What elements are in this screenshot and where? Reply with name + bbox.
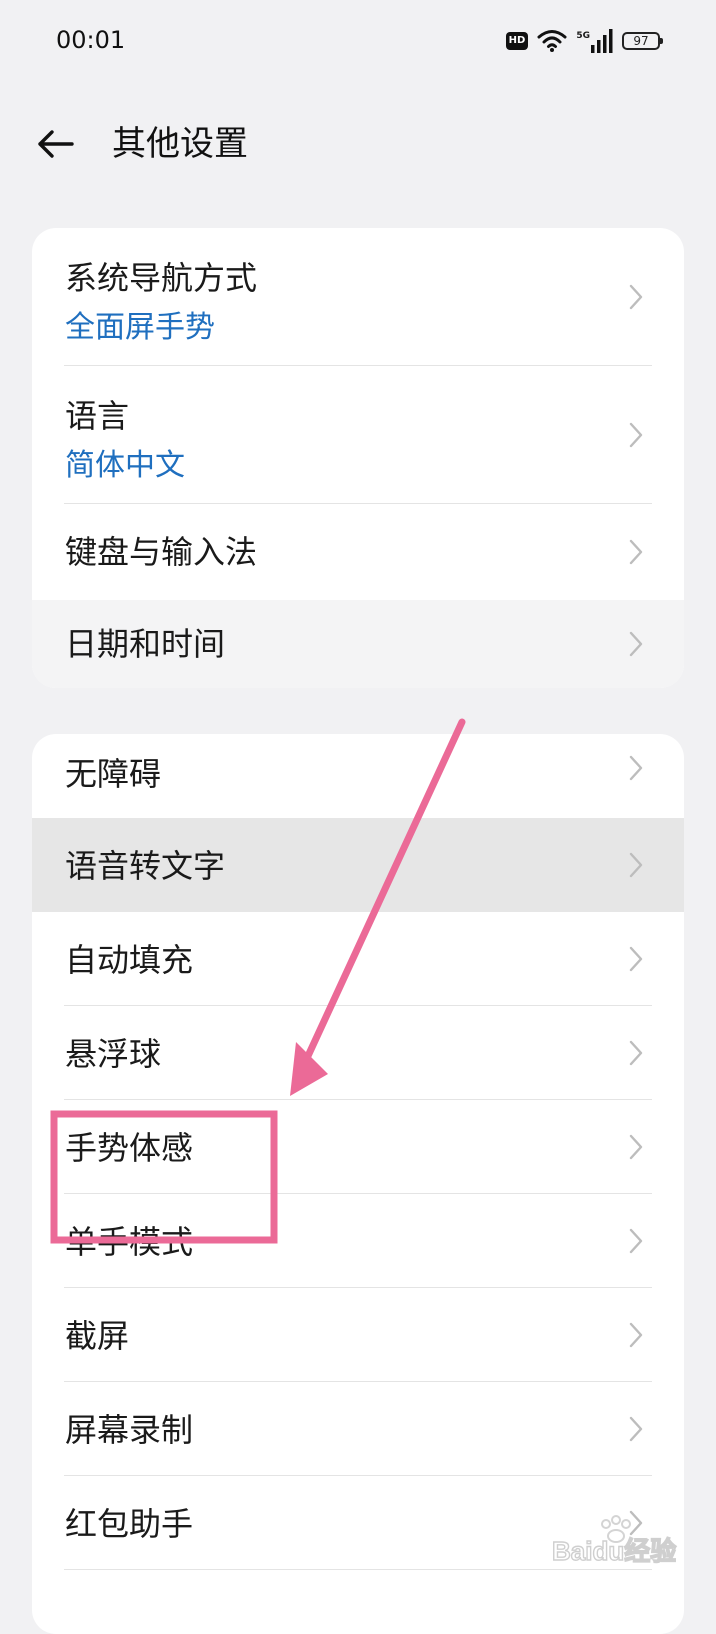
- status-icons: HD 5G 97: [505, 27, 663, 55]
- item-title: 日期和时间: [65, 625, 226, 663]
- red-packet-assistant-item[interactable]: 红包助手: [32, 1476, 684, 1570]
- item-title: 系统导航方式: [65, 259, 258, 297]
- page-header: 其他设置: [0, 100, 716, 190]
- item-title: 截屏: [65, 1317, 130, 1355]
- arrow-left-icon[interactable]: [36, 124, 76, 164]
- divider: [64, 1569, 652, 1570]
- date-time-item[interactable]: 日期和时间: [32, 600, 684, 688]
- gesture-motion-item[interactable]: 手势体感: [32, 1100, 684, 1194]
- accessibility-item[interactable]: 无障碍: [32, 734, 684, 818]
- chevron-right-icon: [629, 422, 643, 448]
- language-item[interactable]: 语言 简体中文: [32, 366, 684, 504]
- chevron-right-icon: [629, 1416, 643, 1442]
- chevron-right-icon: [629, 1322, 643, 1348]
- speech-to-text-item[interactable]: 语音转文字: [32, 818, 684, 912]
- chevron-right-icon: [629, 539, 643, 565]
- chevron-right-icon: [629, 284, 643, 310]
- chevron-right-icon: [629, 1510, 643, 1536]
- item-title: 语音转文字: [65, 847, 226, 885]
- one-handed-mode-item[interactable]: 单手模式: [32, 1194, 684, 1288]
- chevron-right-icon: [629, 946, 643, 972]
- wifi-icon: [537, 30, 567, 52]
- item-title: 自动填充: [65, 941, 194, 979]
- chevron-right-icon: [629, 1040, 643, 1066]
- keyboard-input-item[interactable]: 键盘与输入法: [32, 504, 684, 600]
- item-title: 手势体感: [65, 1129, 194, 1167]
- battery-icon: 97: [622, 32, 663, 50]
- page-title: 其他设置: [112, 124, 248, 164]
- hd-icon: HD: [505, 32, 529, 50]
- cellular-signal-icon: 5G: [576, 29, 613, 53]
- item-subtitle: 全面屏手势: [65, 310, 215, 345]
- chevron-right-icon: [629, 755, 643, 781]
- chevron-right-icon: [629, 852, 643, 878]
- battery-level: 97: [633, 34, 649, 48]
- item-title: 屏幕录制: [65, 1411, 194, 1449]
- status-time: 00:01: [56, 26, 126, 54]
- chevron-right-icon: [629, 1228, 643, 1254]
- settings-group-2: 无障碍 语音转文字 自动填充 悬浮球 手势体感 单手模式 截屏 屏幕录制 红包助…: [32, 734, 684, 1634]
- item-title: 无障碍: [65, 755, 162, 793]
- chevron-right-icon: [629, 1134, 643, 1160]
- signal-bars-icon: [591, 29, 613, 53]
- screen-recording-item[interactable]: 屏幕录制: [32, 1382, 684, 1476]
- settings-group-1: 系统导航方式 全面屏手势 语言 简体中文 键盘与输入法 日期和时间: [32, 228, 684, 688]
- item-title: 红包助手: [65, 1505, 194, 1543]
- autofill-item[interactable]: 自动填充: [32, 912, 684, 1006]
- item-title: 键盘与输入法: [65, 533, 258, 571]
- floating-ball-item[interactable]: 悬浮球: [32, 1006, 684, 1100]
- network-type-label: 5G: [576, 31, 590, 41]
- item-subtitle: 简体中文: [65, 448, 185, 483]
- navigation-mode-item[interactable]: 系统导航方式 全面屏手势: [32, 228, 684, 366]
- item-title: 语言: [65, 397, 130, 435]
- item-title: 悬浮球: [65, 1035, 162, 1073]
- item-title: 单手模式: [65, 1223, 194, 1261]
- chevron-right-icon: [629, 631, 643, 657]
- screenshot-item[interactable]: 截屏: [32, 1288, 684, 1382]
- status-bar: 00:01 HD 5G 97: [0, 0, 716, 84]
